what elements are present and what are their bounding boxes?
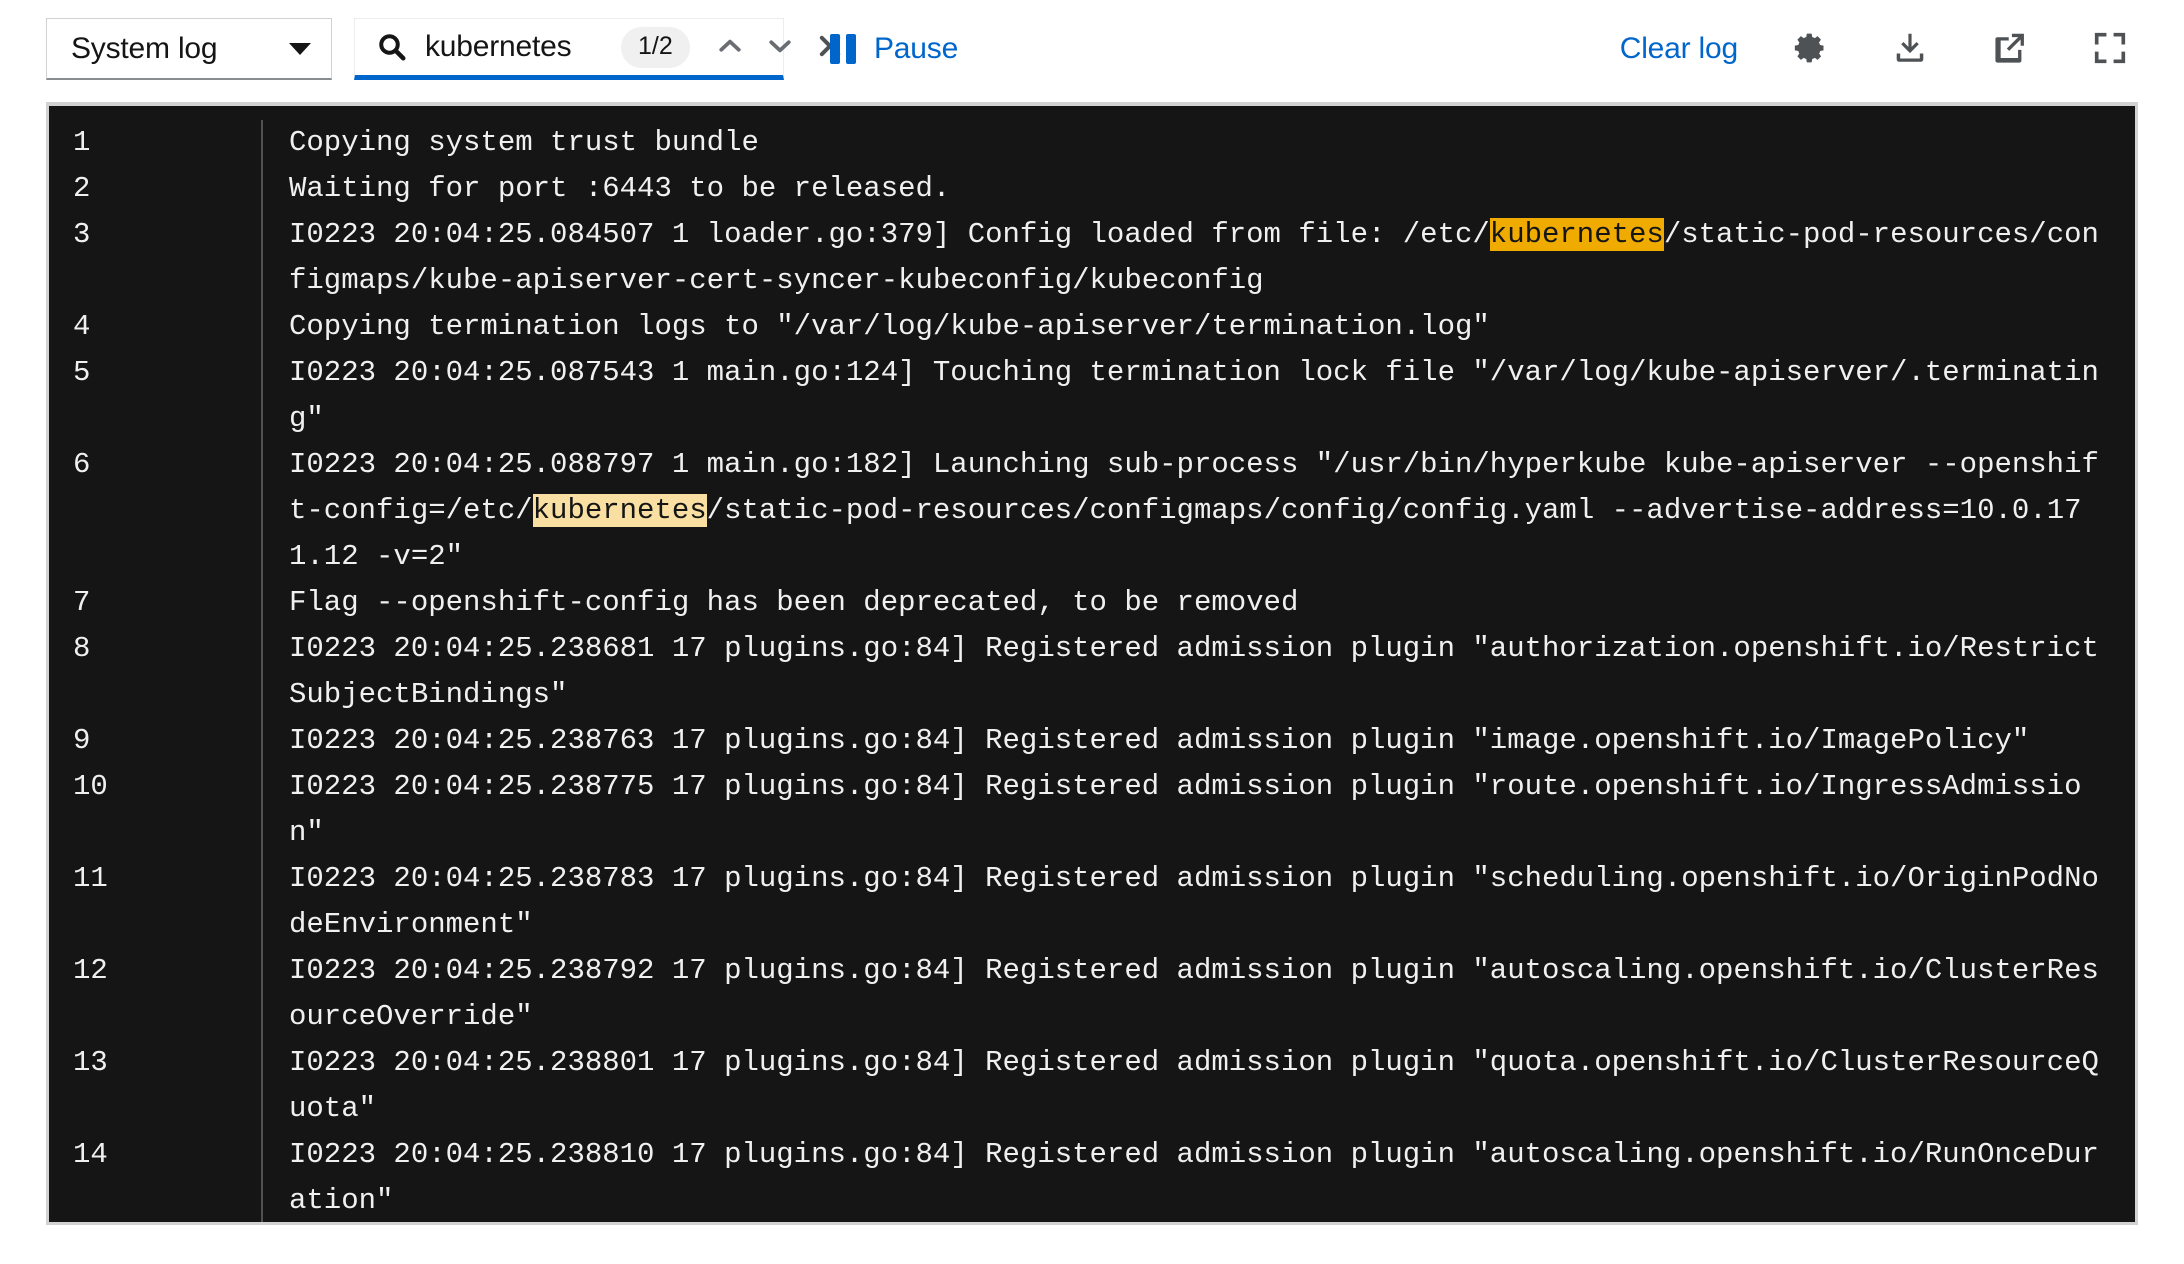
external-link-icon bbox=[1991, 29, 2029, 70]
log-line-number: 7 bbox=[49, 580, 241, 626]
log-line: Copying termination logs to "/var/log/ku… bbox=[289, 304, 2115, 350]
log-inner: 123456789101112131415 Copying system tru… bbox=[49, 106, 2135, 1222]
search-icon bbox=[377, 32, 407, 62]
log-line: I0223 20:04:25.238681 17 plugins.go:84] … bbox=[289, 626, 2115, 718]
search-highlight: kubernetes bbox=[533, 494, 707, 527]
chevron-up-icon bbox=[715, 31, 745, 64]
settings-button[interactable] bbox=[1782, 21, 1838, 77]
log-line-number: 2 bbox=[49, 166, 241, 212]
search-match-counter: 1/2 bbox=[621, 27, 690, 68]
log-line-numbers: 123456789101112131415 bbox=[49, 120, 263, 1222]
log-line: Waiting for port :6443 to be released. bbox=[289, 166, 2115, 212]
log-line-number: 14 bbox=[49, 1132, 241, 1224]
search-highlight-current: kubernetes bbox=[1490, 218, 1664, 251]
gear-icon bbox=[1792, 30, 1828, 69]
log-line-number: 11 bbox=[49, 856, 241, 948]
log-line-number: 1 bbox=[49, 120, 241, 166]
log-line: I0223 20:04:25.238801 17 plugins.go:84] … bbox=[289, 1040, 2115, 1132]
download-icon bbox=[1891, 29, 1929, 70]
log-line-number: 4 bbox=[49, 304, 241, 350]
chevron-down-icon bbox=[289, 43, 311, 55]
clear-log-button[interactable]: Clear log bbox=[1620, 32, 1738, 66]
log-line-number: 13 bbox=[49, 1040, 241, 1132]
log-line-number: 12 bbox=[49, 948, 241, 1040]
log-source-select-value: System log bbox=[71, 32, 217, 66]
log-line-number: 8 bbox=[49, 626, 241, 718]
log-line-number: 6 bbox=[49, 442, 241, 580]
log-toolbar: System log 1/2 bbox=[0, 0, 2184, 98]
download-button[interactable] bbox=[1882, 21, 1938, 77]
log-line: I0223 20:04:25.087543 1 main.go:124] Tou… bbox=[289, 350, 2115, 442]
expand-icon bbox=[2091, 29, 2129, 70]
log-line-number: 10 bbox=[49, 764, 241, 856]
search-next-button[interactable] bbox=[762, 29, 798, 65]
pause-icon bbox=[830, 34, 856, 64]
log-line-number: 9 bbox=[49, 718, 241, 764]
log-line: I0223 20:04:25.238792 17 plugins.go:84] … bbox=[289, 948, 2115, 1040]
search-input[interactable] bbox=[425, 30, 621, 64]
log-source-select[interactable]: System log bbox=[46, 18, 332, 80]
pause-button[interactable]: Pause bbox=[830, 32, 958, 66]
log-line: Copying system trust bundle bbox=[289, 120, 2115, 166]
search-prev-button[interactable] bbox=[712, 29, 748, 65]
log-line: I0223 20:04:25.238763 17 plugins.go:84] … bbox=[289, 718, 2115, 764]
log-line-number: 3 bbox=[49, 212, 241, 304]
log-line: Flag --openshift-config has been depreca… bbox=[289, 580, 2115, 626]
external-link-button[interactable] bbox=[1982, 21, 2038, 77]
pause-button-label: Pause bbox=[874, 32, 958, 66]
log-line: I0223 20:04:25.084507 1 loader.go:379] C… bbox=[289, 212, 2115, 304]
log-line: I0223 20:04:25.238775 17 plugins.go:84] … bbox=[289, 764, 2115, 856]
log-search-box[interactable]: 1/2 bbox=[354, 18, 784, 80]
log-viewer[interactable]: 123456789101112131415 Copying system tru… bbox=[46, 102, 2138, 1225]
log-line: I0223 20:04:25.088797 1 main.go:182] Lau… bbox=[289, 442, 2115, 580]
chevron-down-icon bbox=[765, 31, 795, 64]
log-line: I0223 20:04:25.238783 17 plugins.go:84] … bbox=[289, 856, 2115, 948]
log-line-number: 5 bbox=[49, 350, 241, 442]
log-content: Copying system trust bundleWaiting for p… bbox=[263, 120, 2135, 1222]
log-line: I0223 20:04:25.238810 17 plugins.go:84] … bbox=[289, 1132, 2115, 1222]
log-line-number: 15 bbox=[49, 1224, 241, 1225]
expand-button[interactable] bbox=[2082, 21, 2138, 77]
